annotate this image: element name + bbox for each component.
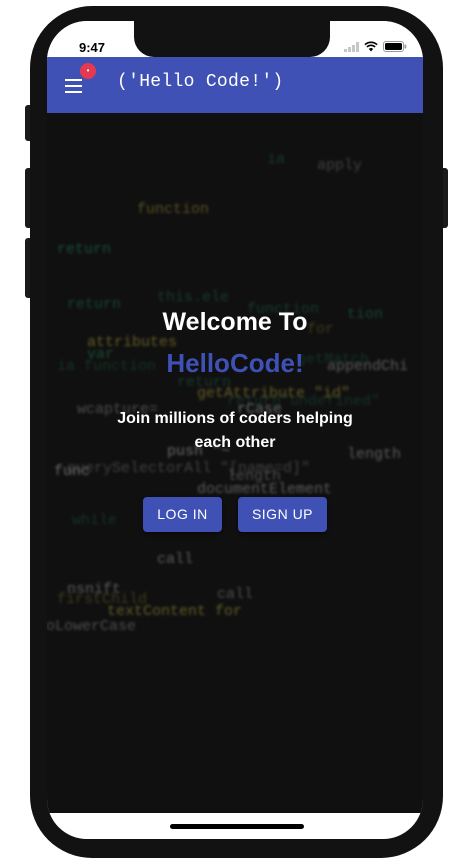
menu-button[interactable]	[61, 75, 87, 97]
status-icons	[344, 41, 407, 52]
signal-icon	[344, 41, 359, 52]
dark-overlay	[47, 113, 423, 813]
tagline: Join millions of coders helping each oth…	[117, 410, 353, 451]
phone-screen: 9:47 • ('Hello Code!') apply function re…	[47, 21, 423, 839]
hero-section: apply function return attributes ia function…	[47, 113, 423, 813]
welcome-heading: Welcome To	[162, 308, 308, 336]
notch	[134, 21, 330, 57]
login-button[interactable]: LOG IN	[143, 497, 222, 532]
wifi-icon	[364, 41, 378, 52]
battery-icon	[383, 41, 407, 52]
notification-badge: •	[80, 63, 96, 79]
home-indicator	[170, 824, 304, 829]
status-time: 9:47	[79, 40, 106, 55]
app-title: ('Hello Code!')	[117, 72, 284, 92]
signup-button[interactable]: SIGN UP	[238, 497, 327, 532]
brand-name: HelloCode!	[166, 348, 304, 378]
